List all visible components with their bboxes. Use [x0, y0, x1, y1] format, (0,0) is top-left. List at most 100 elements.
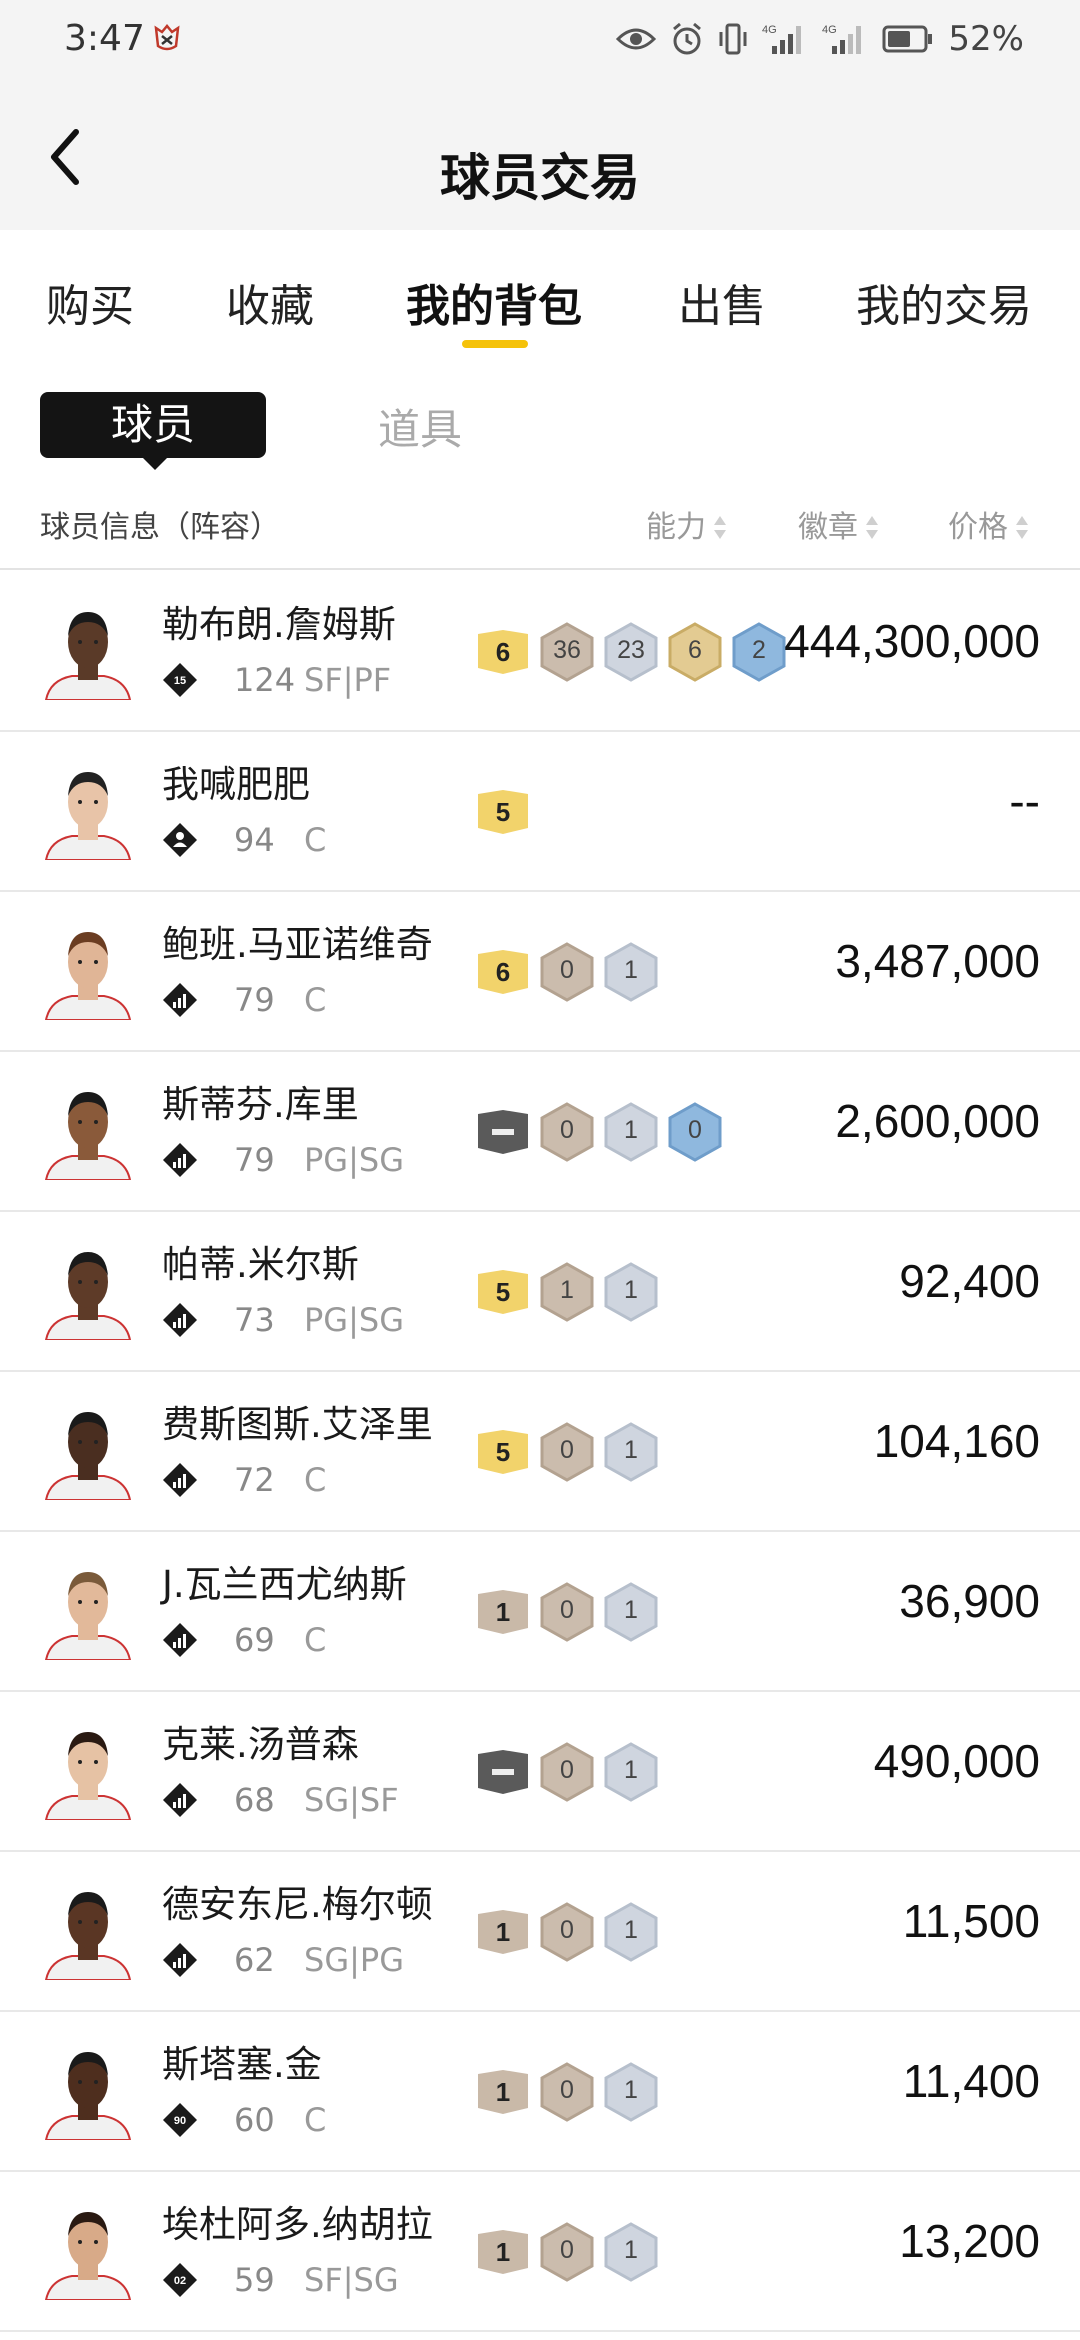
jersey-number-icon: 90 [163, 2103, 197, 2137]
active-tab-indicator [462, 340, 528, 348]
player-avatar [44, 612, 132, 700]
player-row[interactable]: 德安东尼.梅尔顿 62 SG|PG 1 0 1 11,500 [0, 1852, 1080, 2012]
column-badge[interactable]: 徽章 [798, 502, 880, 546]
badge-count-value: 1 [624, 2236, 638, 2264]
badge-count-silver: 1 [604, 1902, 658, 1962]
tab-favorites[interactable]: 收藏 [226, 270, 314, 334]
jersey-number: 15 [174, 675, 186, 687]
ability-tier-value: 1 [495, 2077, 511, 2107]
badge-count-silver: 1 [604, 1742, 658, 1802]
player-avatar [44, 1252, 132, 1340]
player-position: PG|SG [304, 1141, 404, 1179]
player-meta: 94 C [162, 820, 326, 860]
player-row[interactable]: 斯塔塞.金 90 60 C 1 0 1 11,400 [0, 2012, 1080, 2172]
player-name: 克莱.汤普森 [162, 1723, 359, 1766]
player-meta: 69 C [162, 1620, 326, 1660]
subtab-players[interactable]: 球员 [40, 392, 266, 470]
player-badges: 1 0 1 [476, 1582, 658, 1642]
badge-count-bronze: 0 [540, 2062, 594, 2122]
main-tabs: 购买 收藏 我的背包 出售 我的交易 [0, 230, 1080, 370]
tab-buy[interactable]: 购买 [46, 270, 134, 334]
signal-icon-1: 4G [762, 24, 802, 54]
ability-tier-badge: 6 [476, 948, 530, 996]
sort-icon [864, 515, 880, 542]
jersey-number: 90 [174, 2115, 186, 2127]
player-row[interactable]: 埃杜阿多.纳胡拉 02 59 SF|SG 1 0 1 13,200 [0, 2172, 1080, 2332]
subtab-items[interactable]: 道具 [378, 396, 462, 457]
badge-count-value: 1 [624, 1436, 638, 1464]
ability-tier-badge: 1 [476, 1908, 530, 1956]
ability-tier-badge [476, 1748, 530, 1796]
player-price: -- [1009, 775, 1040, 827]
tab-my-trades[interactable]: 我的交易 [856, 270, 1032, 334]
column-player-info: 球员信息（阵容） [40, 510, 280, 545]
player-rating: 72 [234, 1461, 275, 1499]
sort-icon [1014, 515, 1030, 542]
player-row[interactable]: 鲍班.马亚诺维奇 79 C 6 0 1 3,487,000 [0, 892, 1080, 1052]
tab-sell[interactable]: 出售 [678, 270, 766, 334]
ability-tier-badge: 5 [476, 788, 530, 836]
player-badges: 6 0 1 [476, 942, 658, 1002]
player-price: 13,200 [899, 2215, 1040, 2267]
player-row[interactable]: J.瓦兰西尤纳斯 69 C 1 0 1 36,900 [0, 1532, 1080, 1692]
badge-count-value: 1 [624, 956, 638, 984]
player-badges: 1 0 1 [476, 1902, 658, 1962]
player-rating: 79 [234, 1141, 275, 1179]
player-meta: 72 C [162, 1460, 326, 1500]
battery-icon [882, 25, 933, 53]
player-badges: 5 1 1 [476, 1262, 658, 1322]
player-name: 斯蒂芬.库里 [162, 1083, 359, 1126]
badge-count-silver: 1 [604, 2222, 658, 2282]
jersey-number-icon: 02 [163, 2263, 197, 2297]
badge-count-blue: 2 [732, 622, 786, 682]
player-row[interactable]: 勒布朗.詹姆斯 15 124 SF|PF 6 36 23 6 2 444,300,000 [0, 572, 1080, 732]
badge-count-value: 0 [688, 1116, 702, 1144]
signal-bars-icon [163, 1463, 197, 1497]
column-badge-label: 徽章 [798, 510, 858, 545]
column-ability[interactable]: 能力 [646, 502, 728, 546]
player-meta: 15 124 SF|PF [162, 660, 391, 700]
player-rating: 79 [234, 981, 275, 1019]
player-avatar [44, 1892, 132, 1980]
badge-count-bronze: 0 [540, 1422, 594, 1482]
badge-count-value: 1 [624, 1916, 638, 1944]
sub-tabs: 球员 道具 [0, 370, 1080, 480]
player-avatar [44, 2212, 132, 2300]
player-name: 斯塔塞.金 [162, 2043, 322, 2086]
badge-count-silver: 1 [604, 1422, 658, 1482]
ability-tier-value: 6 [495, 957, 511, 987]
signal-icon-2: 4G [822, 24, 862, 54]
player-rating: 69 [234, 1621, 275, 1659]
player-badges: 5 0 1 [476, 1422, 658, 1482]
player-avatar [44, 932, 132, 1020]
badge-count-bronze: 36 [540, 622, 594, 682]
player-list: 勒布朗.詹姆斯 15 124 SF|PF 6 36 23 6 2 444,300,000 我喊肥肥 9… [0, 572, 1080, 2332]
player-rating: 60 [234, 2101, 275, 2139]
badge-count-silver: 1 [604, 942, 658, 1002]
player-meta: 62 SG|PG [162, 1940, 404, 1980]
column-price[interactable]: 价格 [948, 502, 1030, 546]
status-bar: 3:47 4G 4G 52% [0, 0, 1080, 80]
player-row[interactable]: 克莱.汤普森 68 SG|SF 0 1 490,000 [0, 1692, 1080, 1852]
network-type-2: 4G [822, 24, 837, 36]
player-name: 德安东尼.梅尔顿 [162, 1883, 433, 1926]
player-rating: 124 [234, 661, 296, 699]
badge-count-value: 0 [560, 1916, 574, 1944]
tab-my-backpack[interactable]: 我的背包 [406, 270, 582, 334]
player-row[interactable]: 我喊肥肥 94 C 5 -- [0, 732, 1080, 892]
player-position: SG|PG [304, 1941, 404, 1979]
badge-count-value: 0 [560, 2076, 574, 2104]
player-row[interactable]: 斯蒂芬.库里 79 PG|SG 0 1 0 2,600,000 [0, 1052, 1080, 1212]
badge-count-bronze: 0 [540, 1902, 594, 1962]
ability-tier-value: 1 [495, 1917, 511, 1947]
player-meta: 79 PG|SG [162, 1140, 404, 1180]
ability-tier-badge: 1 [476, 1588, 530, 1636]
player-price: 11,500 [902, 1895, 1040, 1947]
player-meta: 90 60 C [162, 2100, 326, 2140]
player-row[interactable]: 帕蒂.米尔斯 73 PG|SG 5 1 1 92,400 [0, 1212, 1080, 1372]
badge-count-value: 0 [560, 956, 574, 984]
badge-count-bronze: 0 [540, 2222, 594, 2282]
player-name: 勒布朗.詹姆斯 [162, 603, 396, 646]
player-row[interactable]: 费斯图斯.艾泽里 72 C 5 0 1 104,160 [0, 1372, 1080, 1532]
player-meta: 73 PG|SG [162, 1300, 404, 1340]
